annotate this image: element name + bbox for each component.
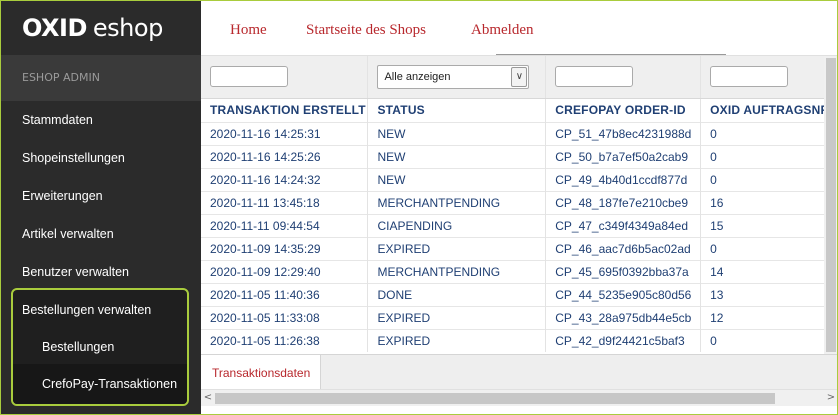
nav-divider-line (496, 54, 726, 55)
cell-crefopay-order-id[interactable]: CP_46_aac7d6b5ac02ad (545, 236, 702, 260)
table-row[interactable]: 2020-11-05 11:33:08 EXPIRED CP_43_28a975db… (201, 305, 837, 329)
header-crefopay-order-id[interactable]: CREFOPAY ORDER-ID (545, 98, 702, 122)
cell-status[interactable]: MERCHANTPENDING (367, 190, 547, 214)
cell-crefopay-order-id[interactable]: CP_44_5235e905c80d56 (545, 282, 702, 306)
cell-oxid-order-number[interactable]: 0 (700, 167, 837, 191)
cell-created[interactable]: 2020-11-09 14:35:29 (201, 236, 369, 260)
filter-status-value: Alle anzeigen (384, 70, 451, 83)
filter-ordernr-input[interactable] (710, 66, 789, 88)
table-row[interactable]: 2020-11-16 14:25:26 NEW CP_50_b7a7ef50a2ca… (201, 144, 837, 168)
sidebar-subitem-bestellungen[interactable]: Bestellungen (1, 328, 201, 366)
header-status[interactable]: STATUS (367, 98, 547, 122)
filter-created-input[interactable] (210, 66, 288, 88)
cell-status[interactable]: CIAPENDING (367, 213, 547, 237)
oxid-eshop-logo[interactable]: OXID eshop (1, 1, 201, 55)
filter-status-select[interactable]: Alle anzeigen ∨ (377, 64, 530, 89)
cell-crefopay-order-id[interactable]: CP_51_47b8ec4231988d (545, 121, 702, 145)
table-header-row: TRANSAKTION ERSTELLT STATUS CREFOPAY ORD… (201, 98, 837, 122)
cell-oxid-order-number[interactable]: 14 (700, 259, 837, 283)
nav-home-link[interactable]: Home (230, 22, 267, 39)
cell-created[interactable]: 2020-11-05 11:40:36 (201, 282, 369, 306)
filter-cell-status: Alle anzeigen ∨ (367, 56, 547, 99)
table-row[interactable]: 2020-11-09 12:29:40 MERCHANTPENDING CP_45_… (201, 259, 837, 283)
vertical-scrollbar[interactable] (824, 56, 837, 354)
cell-status[interactable]: MERCHANTPENDING (367, 259, 547, 283)
top-navigation: Home Startseite des Shops Abmelden (201, 1, 837, 56)
cell-oxid-order-number[interactable]: 15 (700, 213, 837, 237)
cell-created[interactable]: 2020-11-16 14:25:31 (201, 121, 369, 145)
filter-cell-ordernr (700, 56, 837, 99)
cell-created[interactable]: 2020-11-11 13:45:18 (201, 190, 369, 214)
cell-status[interactable]: NEW (367, 121, 547, 145)
cell-status[interactable]: DONE (367, 282, 547, 306)
cell-status[interactable]: NEW (367, 144, 547, 168)
app-window: OXID eshop ESHOP ADMIN Stammdaten Shopei… (0, 0, 838, 415)
table-row[interactable]: 2020-11-16 14:24:32 NEW CP_49_4b40d1ccdf87… (201, 167, 837, 191)
cell-oxid-order-number[interactable]: 13 (700, 282, 837, 306)
sidebar-item-shopeinstellungen[interactable]: Shopeinstellungen (1, 139, 201, 177)
cell-crefopay-order-id[interactable]: CP_47_c349f4349a84ed (545, 213, 702, 237)
sidebar-item-artikel-verwalten[interactable]: Artikel verwalten (1, 215, 201, 253)
transactions-list: Alle anzeigen ∨ TRANSAKTION ERSTELLT STA… (201, 56, 837, 354)
cell-oxid-order-number[interactable]: 0 (700, 121, 837, 145)
cell-oxid-order-number[interactable]: 0 (700, 236, 837, 260)
tab-transaktionsdaten[interactable]: Transaktionsdaten (201, 355, 321, 390)
header-oxid-order-number[interactable]: OXID AUFTRAGSNR (700, 98, 837, 122)
cell-crefopay-order-id[interactable]: CP_42_d9f24421c5baf3 (545, 328, 702, 352)
cell-created[interactable]: 2020-11-16 14:24:32 (201, 167, 369, 191)
chevron-down-icon[interactable]: ∨ (511, 66, 528, 87)
cell-crefopay-order-id[interactable]: CP_50_b7a7ef50a2cab9 (545, 144, 702, 168)
cell-crefopay-order-id[interactable]: CP_49_4b40d1ccdf877d (545, 167, 702, 191)
cell-status[interactable]: EXPIRED (367, 328, 547, 352)
cell-crefopay-order-id[interactable]: CP_45_695f0392bba37a (545, 259, 702, 283)
filter-orderid-input[interactable] (555, 66, 634, 88)
cell-oxid-order-number[interactable]: 0 (700, 328, 837, 352)
sidebar: OXID eshop ESHOP ADMIN Stammdaten Shopei… (1, 1, 201, 414)
header-transaction-created[interactable]: TRANSAKTION ERSTELLT (201, 98, 369, 122)
nav-logout-link[interactable]: Abmelden (471, 22, 533, 39)
cell-crefopay-order-id[interactable]: CP_43_28a975db44e5cb (545, 305, 702, 329)
cell-status[interactable]: EXPIRED (367, 305, 547, 329)
vertical-scroll-thumb[interactable] (826, 58, 836, 352)
table-row[interactable]: 2020-11-11 09:44:54 CIAPENDING CP_47_c349f… (201, 213, 837, 237)
scroll-left-arrow-icon[interactable]: < (201, 390, 215, 407)
cell-oxid-order-number[interactable]: 12 (700, 305, 837, 329)
filter-cell-created (201, 56, 369, 99)
detail-tabs-bar: Transaktionsdaten (201, 354, 837, 390)
cell-created[interactable]: 2020-11-05 11:26:38 (201, 328, 369, 352)
cell-created[interactable]: 2020-11-09 12:29:40 (201, 259, 369, 283)
cell-created[interactable]: 2020-11-05 11:33:08 (201, 305, 369, 329)
table-row[interactable]: 2020-11-11 13:45:18 MERCHANTPENDING CP_48_… (201, 190, 837, 214)
transactions-table: Alle anzeigen ∨ TRANSAKTION ERSTELLT STA… (201, 56, 837, 352)
filter-cell-orderid (545, 56, 702, 99)
cell-oxid-order-number[interactable]: 16 (700, 190, 837, 214)
sidebar-subitem-crefopay-transaktionen[interactable]: CrefoPay-Transaktionen (1, 365, 201, 403)
scroll-right-arrow-icon[interactable]: > (824, 390, 837, 407)
cell-created[interactable]: 2020-11-11 09:44:54 (201, 213, 369, 237)
cell-status[interactable]: NEW (367, 167, 547, 191)
sidebar-item-benutzer-verwalten[interactable]: Benutzer verwalten (1, 253, 201, 291)
table-row[interactable]: 2020-11-09 14:35:29 EXPIRED CP_46_aac7d6b5… (201, 236, 837, 260)
sidebar-item-bestellungen-verwalten[interactable]: Bestellungen verwalten (1, 291, 201, 329)
logo-bold-text: OXID (22, 14, 87, 42)
cell-oxid-order-number[interactable]: 0 (700, 144, 837, 168)
nav-shop-start-link[interactable]: Startseite des Shops (306, 22, 426, 39)
cell-status[interactable]: EXPIRED (367, 236, 547, 260)
sidebar-item-stammdaten[interactable]: Stammdaten (1, 101, 201, 139)
horizontal-scrollbar[interactable]: < > (201, 389, 837, 407)
table-row[interactable]: 2020-11-05 11:26:38 EXPIRED CP_42_d9f24421… (201, 328, 837, 352)
sidebar-item-erweiterungen[interactable]: Erweiterungen (1, 177, 201, 215)
table-row[interactable]: 2020-11-05 11:40:36 DONE CP_44_5235e905c80… (201, 282, 837, 306)
filter-row: Alle anzeigen ∨ (201, 56, 837, 99)
cell-crefopay-order-id[interactable]: CP_48_187fe7e210cbe9 (545, 190, 702, 214)
horizontal-scroll-thumb[interactable] (215, 393, 775, 404)
logo-text: eshop (92, 14, 163, 42)
cell-created[interactable]: 2020-11-16 14:25:26 (201, 144, 369, 168)
table-row[interactable]: 2020-11-16 14:25:31 NEW CP_51_47b8ec423198… (201, 121, 837, 145)
sidebar-section-title: ESHOP ADMIN (1, 55, 201, 101)
